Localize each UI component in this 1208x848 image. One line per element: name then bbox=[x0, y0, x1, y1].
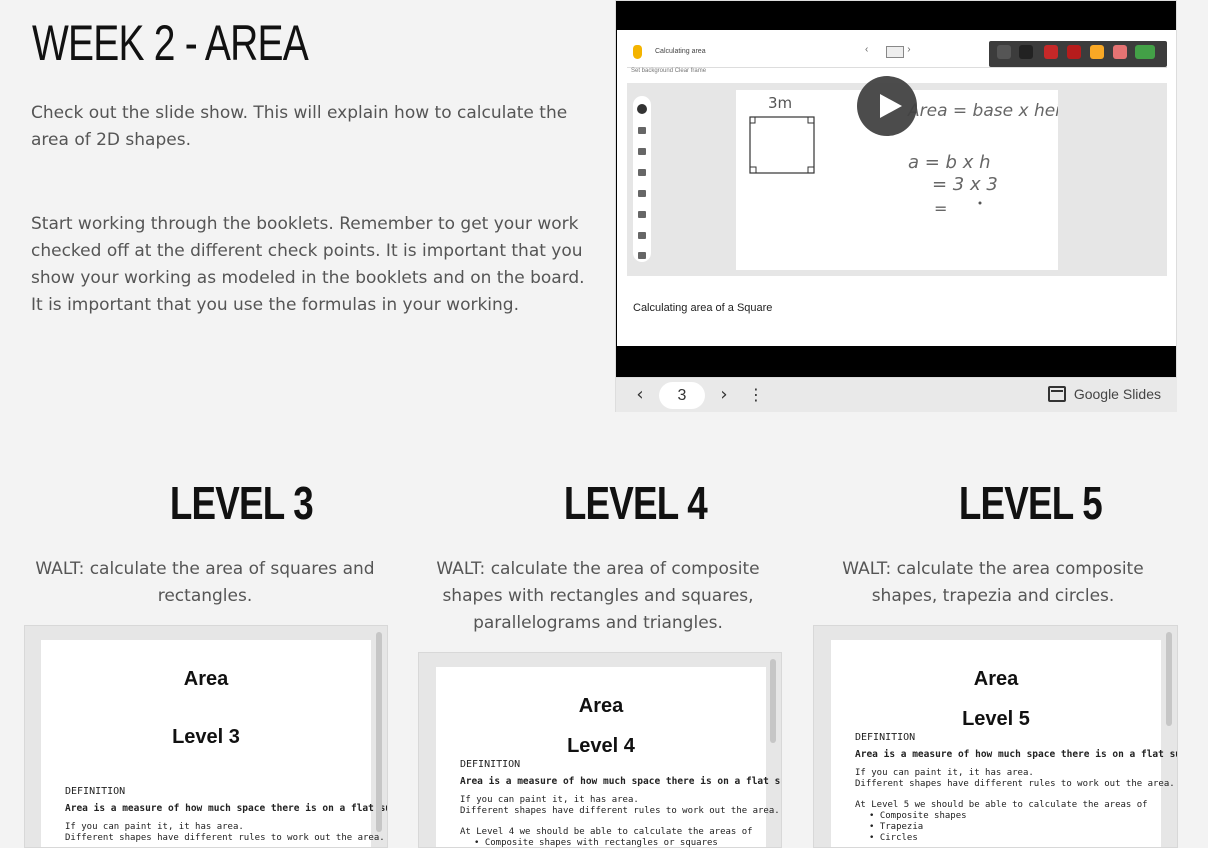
level-4-walt: WALT: calculate the area of composite sh… bbox=[436, 559, 760, 633]
level-3-walt: WALT: calculate the area of squares and … bbox=[35, 559, 375, 606]
list-item: • Composite shapes bbox=[869, 811, 967, 821]
jamboard-title: Calculating area bbox=[655, 48, 706, 55]
level-5-scrollbar[interactable] bbox=[1166, 632, 1172, 726]
level-4-title: LEVEL 4 bbox=[563, 477, 708, 529]
level-3-definition-label: DEFINITION bbox=[65, 786, 126, 797]
jamboard-tool-panel bbox=[989, 41, 1167, 67]
level-4-definition: Area is a measure of how much space ther… bbox=[460, 776, 782, 787]
level-3-scrollbar[interactable] bbox=[376, 632, 382, 832]
slide-caption: Calculating area of a Square bbox=[633, 302, 773, 314]
level-3-document-page: Area Level 3 DEFINITION Area is a measur… bbox=[41, 640, 387, 847]
current-slide[interactable]: Calculating area ‹ › Set background Clea… bbox=[617, 30, 1176, 346]
handwriting-calc-1: a = b x h bbox=[908, 152, 991, 173]
level-5-walt: WALT: calculate the area composite shape… bbox=[842, 559, 1144, 606]
level-3-doc-level: Level 3 bbox=[172, 726, 240, 748]
slides-control-bar: ‹ 3 › ⋮ Google Slides bbox=[616, 377, 1177, 412]
play-button[interactable] bbox=[857, 76, 917, 136]
level-5-doc-level: Level 5 bbox=[962, 708, 1030, 730]
screen-recorder-icon bbox=[1135, 45, 1155, 59]
level-5-document-page: Area Level 5 DEFINITION Area is a measur… bbox=[831, 640, 1177, 847]
jamboard-subtools: Set background Clear frame bbox=[631, 68, 707, 74]
list-item: • Composite shapes with rectangles or sq… bbox=[474, 838, 718, 848]
handwriting-side: 3m bbox=[768, 94, 792, 112]
intro-paragraph-booklets: Start working through the booklets. Reme… bbox=[31, 214, 585, 315]
level-3-definition: Area is a measure of how much space ther… bbox=[65, 803, 388, 814]
rectangle-icon bbox=[1067, 45, 1081, 59]
level-5-line-1: If you can paint it, it has area. bbox=[855, 768, 1034, 778]
level-5-title: LEVEL 5 bbox=[958, 477, 1103, 529]
level-4-scrollbar[interactable] bbox=[770, 659, 776, 743]
webcam-icon bbox=[1019, 45, 1033, 59]
jamboard-logo-icon bbox=[633, 45, 642, 59]
level-4-line-1: If you can paint it, it has area. bbox=[460, 795, 639, 805]
slides-embed[interactable]: Calculating area ‹ › Set background Clea… bbox=[615, 0, 1177, 412]
record-icon bbox=[997, 45, 1011, 59]
google-slides-link[interactable]: Google Slides bbox=[1047, 386, 1161, 402]
level-3-title: LEVEL 3 bbox=[169, 477, 314, 529]
level-3-doc-title: Area bbox=[183, 668, 229, 690]
jamboard-frames-icon bbox=[886, 46, 904, 58]
level-5-definition-label: DEFINITION bbox=[855, 732, 916, 743]
stickers-icon bbox=[1090, 45, 1104, 59]
level-5-document-embed[interactable]: Area Level 5 DEFINITION Area is a measur… bbox=[813, 625, 1178, 848]
level-4-line-2: Different shapes have different rules to… bbox=[460, 806, 780, 816]
next-slide-button[interactable]: › bbox=[712, 383, 736, 407]
list-item: • Circles bbox=[869, 833, 918, 843]
eraser-icon bbox=[1113, 45, 1127, 59]
previous-slide-button[interactable]: ‹ bbox=[628, 383, 652, 407]
level-5-line-2: Different shapes have different rules to… bbox=[855, 779, 1175, 789]
more-options-icon[interactable]: ⋮ bbox=[744, 383, 768, 407]
handwriting-formula: Area = base x height bbox=[907, 101, 1058, 121]
level-3-line-2: Different shapes have different rules to… bbox=[65, 833, 385, 843]
level-4-doc-level: Level 4 bbox=[567, 735, 635, 757]
level-3-document-embed[interactable]: Area Level 3 DEFINITION Area is a measur… bbox=[24, 625, 388, 848]
level-5-definition: Area is a measure of how much space ther… bbox=[855, 749, 1178, 760]
list-item: • Trapezia bbox=[869, 822, 924, 832]
pen-icon bbox=[1044, 45, 1058, 59]
intro-paragraph-slideshow: Check out the slide show. This will expl… bbox=[31, 103, 568, 150]
slide-number-input[interactable]: 3 bbox=[659, 382, 705, 409]
level-4-line-3: At Level 4 we should be able to calculat… bbox=[460, 827, 753, 837]
level-3-line-1: If you can paint it, it has area. bbox=[65, 822, 244, 832]
level-4-definition-label: DEFINITION bbox=[460, 759, 521, 770]
google-slides-icon bbox=[1047, 386, 1066, 402]
jamboard-toolbar: Calculating area ‹ › bbox=[627, 40, 1167, 68]
google-slides-label: Google Slides bbox=[1073, 386, 1161, 402]
level-4-document-page: Area Level 4 DEFINITION Area is a measur… bbox=[436, 667, 781, 848]
level-4-document-embed[interactable]: Area Level 4 DEFINITION Area is a measur… bbox=[418, 652, 782, 848]
handwriting-calc-3: = bbox=[934, 199, 947, 218]
jamboard-side-tools bbox=[633, 96, 651, 262]
level-5-doc-title: Area bbox=[973, 668, 1019, 690]
page-title: WEEK 2 - AREA bbox=[32, 15, 309, 71]
level-4-doc-title: Area bbox=[578, 695, 624, 717]
level-5-line-3: At Level 5 we should be able to calculat… bbox=[855, 800, 1148, 810]
handwriting-calc-2: = 3 x 3 bbox=[932, 174, 998, 195]
